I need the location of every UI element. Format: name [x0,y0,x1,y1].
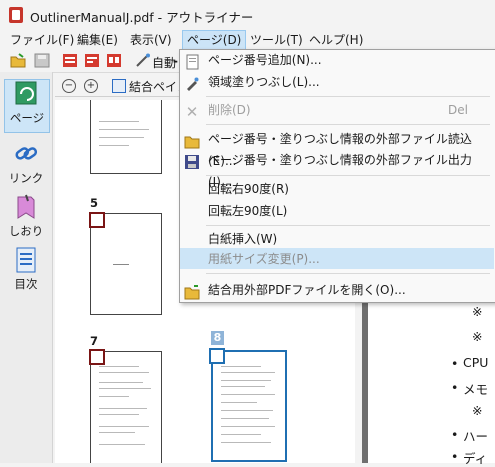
menu-item-delete-shortcut: Del [448,103,468,117]
menu-file[interactable]: ファイル(F) [6,31,78,49]
menu-item-open-external-pdf[interactable]: 結合用外部PDFファイルを開く(O)... [208,279,406,301]
page-thumbnail-icon [15,81,37,105]
nav-bookmark-label: しおり [8,224,44,238]
doc-bullet: • [451,380,459,395]
menu-help[interactable]: ヘルプ(H) [305,31,367,49]
doc-text: CPU [463,355,489,370]
menu-item-change-paper-size[interactable]: 用紙サイズ変更(P)... [208,248,320,270]
menu-separator [206,225,490,226]
auto-wand-icon[interactable] [135,53,151,68]
doc-bullet: • [451,449,459,464]
doc-text: メモ [463,382,489,397]
nav-toc-label: 目次 [14,277,38,291]
menu-page[interactable]: ページ(D) [182,30,247,50]
menu-item-add-page-number[interactable]: ページ番号追加(N)... [208,49,322,71]
doc-text: ※ [472,329,483,344]
doc-text: ※ [472,304,483,319]
zoom-in-icon[interactable]: + [84,79,98,93]
menu-view[interactable]: 表示(V) [126,31,176,49]
nav-page[interactable]: ページ [4,79,50,133]
save-icon[interactable] [34,53,50,68]
pdf-split-icon[interactable] [106,53,122,68]
doc-bullet: • [451,356,459,371]
menu-item-fill-area[interactable]: 領域塗りつぶし(L)... [208,71,320,93]
page-number-7: 7 [90,334,99,348]
menu-separator [206,96,490,97]
nav-link[interactable]: リンク [4,140,48,186]
merge-pane-icon [112,79,126,93]
app-logo-icon [9,7,23,23]
doc-text: ※ [472,403,483,418]
menu-item-rotate-left[interactable]: 回転左90度(L) [208,200,287,222]
menu-separator [206,273,490,274]
menu-tools[interactable]: ツール(T) [246,31,307,49]
folder-open-icon [184,133,200,149]
menu-item-insert-blank[interactable]: 白紙挿入(W) [208,228,277,250]
page-thumbnail-8-selected[interactable] [211,350,287,462]
delete-x-icon: ✕ [185,103,199,121]
link-chain-icon [15,147,38,160]
paint-brush-icon [184,76,200,92]
menu-edit[interactable]: 編集(E) [73,31,122,49]
folder-open-icon [184,284,200,300]
bookmark-icon [17,194,35,219]
page-thumbnail[interactable] [90,100,162,174]
menu-item-rotate-right[interactable]: 回転右90度(R) [208,178,289,200]
page-number-5: 5 [90,196,99,210]
page-number-8: 8 [211,331,224,345]
doc-bullet: • [451,427,459,442]
menu-separator [206,124,490,125]
pdf-export-icon[interactable] [62,53,78,68]
save-disk-icon [184,154,200,170]
page-marker-7[interactable] [89,349,105,365]
doc-text: ディ [463,451,488,466]
table-of-contents-icon [16,247,36,273]
page-marker-8[interactable] [209,348,225,364]
menu-item-delete[interactable]: 削除(D) [208,99,251,121]
page-thumbnail-7[interactable] [90,351,162,463]
zoom-out-icon[interactable]: − [62,79,76,93]
nav-bookmark[interactable]: しおり [4,193,48,239]
doc-text: ハー [463,429,489,444]
pdf-merge-icon[interactable] [84,53,100,68]
menu-item-export-info[interactable]: ページ番号・塗りつぶし情報の外部ファイル出力(I)... [208,149,495,189]
window-title: OutlinerManualJ.pdf - アウトライナー [30,10,254,25]
nav-link-label: リンク [8,171,44,185]
nav-page-label: ページ [9,111,45,125]
page-marker-5[interactable] [89,212,105,228]
menu-item-import-info[interactable]: ページ番号・塗りつぶし情報の外部ファイル読込(E)... [208,128,495,168]
nav-toc[interactable]: 目次 [4,246,48,292]
menu-separator [206,175,490,176]
open-folder-icon[interactable] [10,53,26,68]
page-thumbnail-5[interactable] [90,213,162,315]
page-number-add-icon [184,54,200,70]
